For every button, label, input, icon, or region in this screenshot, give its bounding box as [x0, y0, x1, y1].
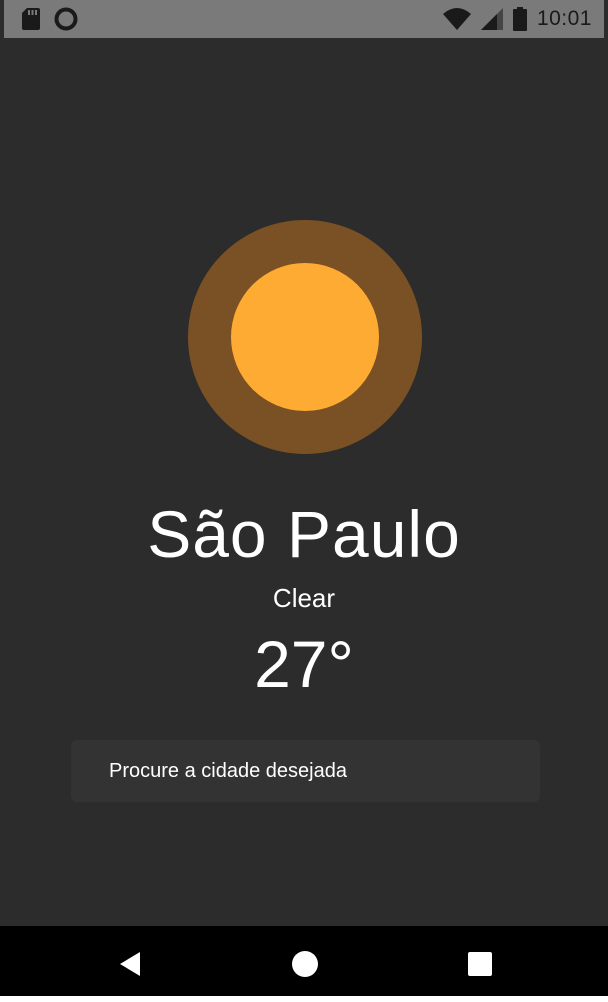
back-button[interactable] — [116, 950, 144, 978]
recents-icon — [468, 952, 492, 976]
battery-icon — [512, 7, 527, 31]
back-icon — [120, 952, 140, 976]
sd-card-icon — [22, 8, 40, 30]
home-button[interactable] — [291, 950, 319, 978]
temperature: 27° — [254, 627, 354, 701]
navigation-bar — [0, 926, 608, 1002]
status-left-icons — [22, 7, 78, 31]
status-right-icons: 10:01 — [442, 7, 592, 31]
home-icon — [292, 951, 318, 977]
sun-icon — [188, 220, 422, 454]
status-time: 10:01 — [536, 7, 592, 30]
phone-screen: 10:01 São Paulo Clear 27° — [0, 0, 608, 1002]
weather-condition: Clear — [272, 583, 336, 613]
status-bar: 10:01 — [4, 0, 604, 38]
city-name: São Paulo — [147, 497, 461, 571]
cell-signal-icon — [480, 8, 503, 30]
bottom-edge — [0, 996, 608, 1002]
city-search-input[interactable] — [109, 740, 540, 802]
circle-record-icon — [54, 7, 78, 31]
city-search-box[interactable] — [71, 740, 540, 802]
recents-button[interactable] — [466, 950, 494, 978]
sun-core — [231, 263, 379, 411]
wifi-icon — [442, 8, 471, 30]
